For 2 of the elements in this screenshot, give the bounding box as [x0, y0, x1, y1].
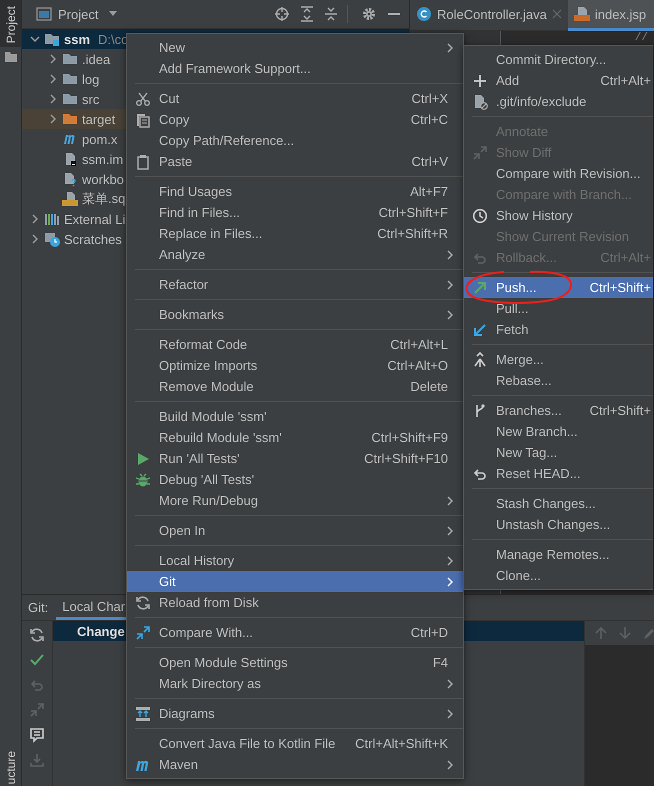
panel-label: Git: — [28, 600, 48, 615]
code-text: // — [634, 32, 648, 44]
